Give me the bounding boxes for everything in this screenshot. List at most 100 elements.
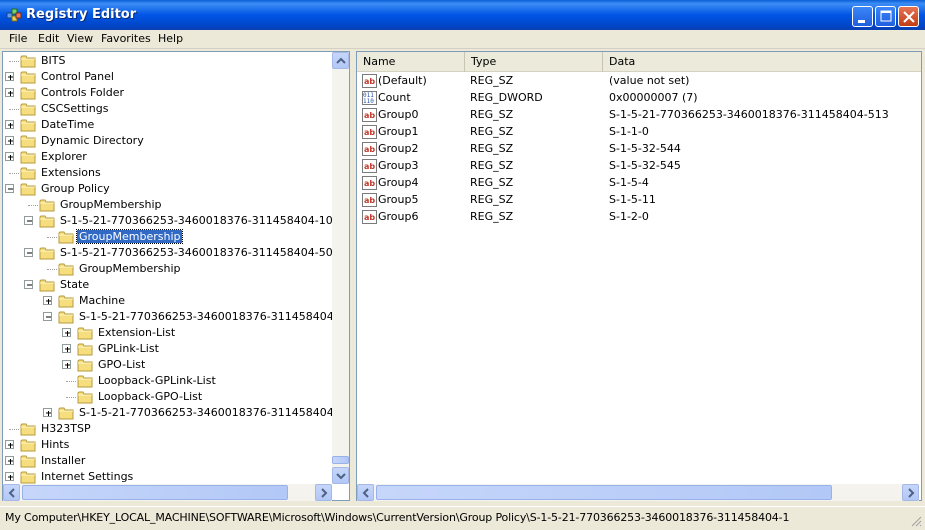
tree-item-label[interactable]: GPLink-List xyxy=(96,342,161,355)
tree-item-label[interactable]: H323TSP xyxy=(39,422,93,435)
tree-item[interactable]: Control Panel xyxy=(3,69,343,85)
expand-icon[interactable] xyxy=(5,440,14,449)
tree-item-label[interactable]: GroupMembership xyxy=(77,262,182,275)
collapse-icon[interactable] xyxy=(43,312,52,321)
registry-key-tree[interactable]: BITS Control Panel Controls Folder CSCSetti… xyxy=(2,51,350,501)
expand-icon[interactable] xyxy=(5,88,14,97)
tree-item-label[interactable]: CSCSettings xyxy=(39,102,110,115)
expand-icon[interactable] xyxy=(43,408,52,417)
tree-vertical-scrollbar[interactable] xyxy=(332,52,349,484)
tree-item-label[interactable]: BITS xyxy=(39,54,68,67)
tree-item[interactable]: S-1-5-21-770366253-3460018376-311458404-… xyxy=(3,309,349,325)
registry-values-list[interactable]: Name Type Data ab (Default) REG_SZ (value n… xyxy=(356,51,922,501)
tree-item[interactable]: GroupMembership xyxy=(3,229,343,245)
value-row[interactable]: ab Group0 REG_SZ S-1-5-21-770366253-3460018… xyxy=(357,107,917,124)
list-scroll-left-button[interactable] xyxy=(357,484,374,501)
tree-item[interactable]: GroupMembership xyxy=(3,261,343,277)
maximize-button[interactable] xyxy=(875,6,896,27)
minimize-button[interactable] xyxy=(852,6,873,27)
column-header-data[interactable]: Data xyxy=(603,52,921,72)
menu-favorites[interactable]: Favorites xyxy=(101,32,151,45)
list-horizontal-scroll-thumb[interactable] xyxy=(376,485,832,500)
tree-item[interactable]: State xyxy=(3,277,343,293)
tree-horizontal-scrollbar[interactable] xyxy=(3,484,332,501)
tree-horizontal-scroll-thumb[interactable] xyxy=(22,485,288,500)
tree-item[interactable]: Dynamic Directory xyxy=(3,133,343,149)
expand-icon[interactable] xyxy=(5,456,14,465)
tree-item[interactable]: H323TSP xyxy=(3,421,343,437)
list-horizontal-scrollbar[interactable] xyxy=(357,484,919,501)
resize-grip-icon[interactable] xyxy=(910,515,922,527)
scroll-up-button[interactable] xyxy=(332,52,349,69)
collapse-icon[interactable] xyxy=(24,248,33,257)
tree-item[interactable]: Loopback-GPLink-List xyxy=(3,373,343,389)
collapse-icon[interactable] xyxy=(24,216,33,225)
tree-item-label[interactable]: S-1-5-21-770366253-3460018376-311458404-… xyxy=(58,214,349,227)
tree-item-label[interactable]: Loopback-GPO-List xyxy=(96,390,204,403)
tree-vertical-scroll-thumb[interactable] xyxy=(332,456,349,464)
tree-item[interactable]: DateTime xyxy=(3,117,343,133)
tree-item-label[interactable]: GPO-List xyxy=(96,358,147,371)
collapse-icon[interactable] xyxy=(5,184,14,193)
tree-item[interactable]: CSCSettings xyxy=(3,101,343,117)
tree-item[interactable]: GPLink-List xyxy=(3,341,343,357)
expand-icon[interactable] xyxy=(5,72,14,81)
tree-scroll-right-button[interactable] xyxy=(315,484,332,501)
menu-edit[interactable]: Edit xyxy=(38,32,59,45)
menu-file[interactable]: File xyxy=(9,32,27,45)
tree-item-label[interactable]: Internet Settings xyxy=(39,470,135,483)
menu-help[interactable]: Help xyxy=(158,32,183,45)
tree-item-label[interactable]: GroupMembership xyxy=(58,198,163,211)
tree-item-label[interactable]: State xyxy=(58,278,91,291)
tree-item-label[interactable]: Machine xyxy=(77,294,127,307)
value-row[interactable]: ab Group4 REG_SZ S-1-5-4 xyxy=(357,175,917,192)
tree-item-label[interactable]: Hints xyxy=(39,438,71,451)
tree-item[interactable]: S-1-5-21-770366253-3460018376-311458404-… xyxy=(3,245,343,261)
tree-item[interactable]: Extension-List xyxy=(3,325,343,341)
value-row[interactable]: ab Group2 REG_SZ S-1-5-32-544 xyxy=(357,141,917,158)
expand-icon[interactable] xyxy=(62,344,71,353)
value-row[interactable]: ab Group1 REG_SZ S-1-1-0 xyxy=(357,124,917,141)
tree-item[interactable]: Group Policy xyxy=(3,181,343,197)
value-row[interactable]: ab Group6 REG_SZ S-1-2-0 xyxy=(357,209,917,226)
expand-icon[interactable] xyxy=(5,152,14,161)
tree-item[interactable]: S-1-5-21-770366253-3460018376-311458404-… xyxy=(3,405,349,421)
tree-item-label[interactable]: Installer xyxy=(39,454,87,467)
collapse-icon[interactable] xyxy=(24,280,33,289)
tree-item-label[interactable]: Loopback-GPLink-List xyxy=(96,374,218,387)
tree-item[interactable]: BITS xyxy=(3,53,343,69)
tree-item[interactable]: Explorer xyxy=(3,149,343,165)
expand-icon[interactable] xyxy=(43,296,52,305)
value-row[interactable]: ab Group5 REG_SZ S-1-5-11 xyxy=(357,192,917,209)
tree-item[interactable]: Extensions xyxy=(3,165,343,181)
tree-item-label[interactable]: Control Panel xyxy=(39,70,116,83)
expand-icon[interactable] xyxy=(5,120,14,129)
scroll-down-button[interactable] xyxy=(332,467,349,484)
tree-item[interactable]: Controls Folder xyxy=(3,85,343,101)
tree-scroll-left-button[interactable] xyxy=(3,484,20,501)
column-header-name[interactable]: Name xyxy=(357,52,465,72)
tree-item[interactable]: Internet Settings xyxy=(3,469,343,485)
column-header-type[interactable]: Type xyxy=(465,52,603,72)
tree-item[interactable]: Installer xyxy=(3,453,343,469)
expand-icon[interactable] xyxy=(62,360,71,369)
tree-item[interactable]: Machine xyxy=(3,293,343,309)
value-row[interactable]: ab Group3 REG_SZ S-1-5-32-545 xyxy=(357,158,917,175)
tree-item-label[interactable]: Controls Folder xyxy=(39,86,126,99)
menu-view[interactable]: View xyxy=(67,32,93,45)
title-bar[interactable]: Registry Editor xyxy=(0,0,925,30)
tree-item-label[interactable]: S-1-5-21-770366253-3460018376-311458404-… xyxy=(77,406,349,419)
tree-item-label[interactable]: S-1-5-21-770366253-3460018376-311458404-… xyxy=(77,310,349,323)
expand-icon[interactable] xyxy=(62,328,71,337)
list-scroll-right-button[interactable] xyxy=(902,484,919,501)
tree-item-label[interactable]: Group Policy xyxy=(39,182,112,195)
tree-item[interactable]: GroupMembership xyxy=(3,197,343,213)
expand-icon[interactable] xyxy=(5,472,14,481)
tree-item-label[interactable]: Dynamic Directory xyxy=(39,134,146,147)
tree-item[interactable]: Hints xyxy=(3,437,343,453)
close-button[interactable] xyxy=(898,6,919,27)
tree-item-label[interactable]: DateTime xyxy=(39,118,96,131)
tree-item-label[interactable]: Extension-List xyxy=(96,326,177,339)
tree-item[interactable]: S-1-5-21-770366253-3460018376-311458404-… xyxy=(3,213,347,229)
expand-icon[interactable] xyxy=(5,136,14,145)
